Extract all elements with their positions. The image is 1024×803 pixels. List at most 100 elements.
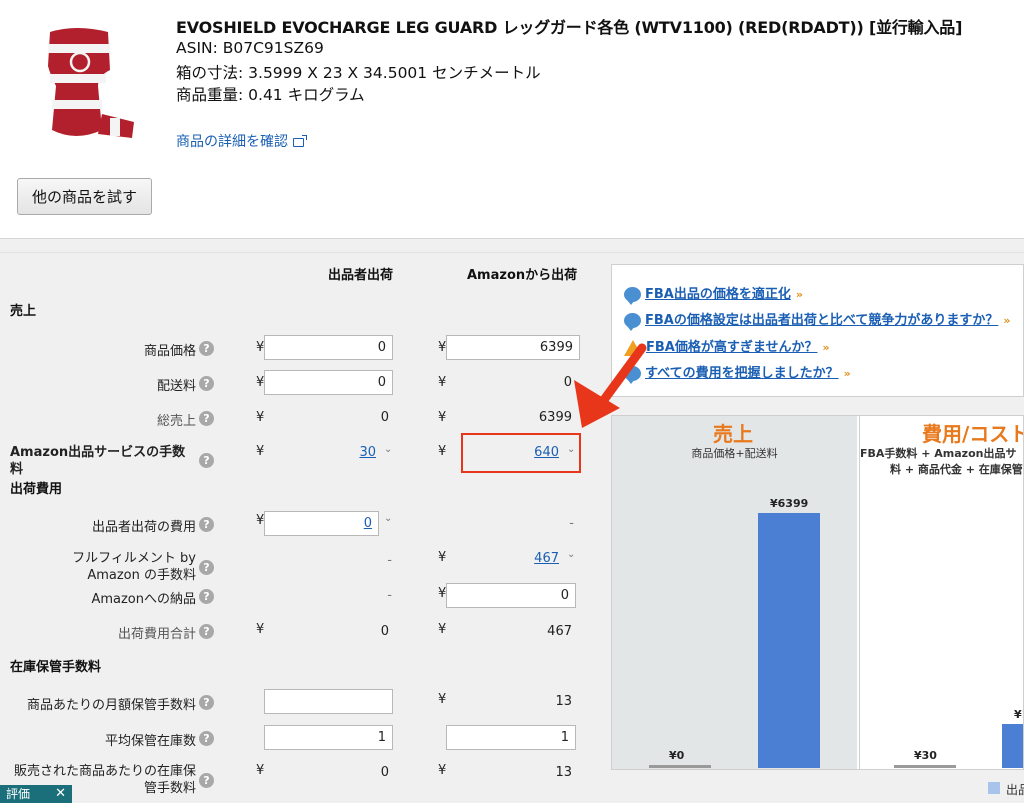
merchant-avg-inventory-input[interactable]: 1	[264, 725, 393, 750]
feedback-tab[interactable]: 評価 ✕	[0, 785, 72, 803]
chevron-down-icon[interactable]: ⌄	[384, 444, 392, 455]
product-detail-link-label: 商品の詳細を確認	[176, 134, 288, 150]
external-link-icon	[293, 134, 307, 147]
help-icon[interactable]: ?	[199, 624, 214, 639]
currency-symbol: ¥	[256, 763, 265, 778]
fba-price-input[interactable]: 6399	[446, 335, 580, 360]
currency-symbol: ¥	[438, 550, 447, 565]
fba-fulfillment-fee-link[interactable]: 467	[534, 551, 559, 566]
legend-swatch	[988, 782, 1000, 794]
merchant-storage-per-unit-value: 0	[380, 765, 389, 780]
chart-bar-label: ¥1	[1014, 708, 1023, 721]
inbound-label: Amazonへの納品	[91, 592, 196, 607]
speech-bubble-icon	[624, 313, 641, 331]
avg-inventory-label: 平均保管在庫数	[104, 734, 196, 749]
chevron-down-icon[interactable]: ⌄	[384, 513, 392, 524]
chart-bar-label: ¥0	[669, 749, 685, 762]
currency-symbol: ¥	[438, 410, 447, 425]
help-icon[interactable]: ?	[199, 517, 214, 532]
fba-ship-total-value: 467	[547, 624, 572, 639]
product-header: EVOSHIELD EVOCHARGE LEG GUARD レッグガード各色 (…	[0, 0, 1024, 238]
cost-chart-subtitle-line: 料 + 商品代金 + 在庫保管	[890, 463, 1023, 476]
merchant-shipping-input[interactable]: 0	[264, 370, 393, 395]
product-dimensions: 箱の寸法: 3.5999 X 23 X 34.5001 センチメートル	[176, 64, 541, 82]
fba-inbound-input[interactable]: 0	[446, 583, 576, 608]
help-icon[interactable]: ?	[199, 773, 214, 788]
help-icon[interactable]: ?	[199, 560, 214, 575]
shipping-section-title: 出荷費用	[10, 482, 63, 497]
product-asin: ASIN: B07C91SZ69	[176, 39, 324, 57]
currency-symbol: ¥	[256, 410, 265, 425]
product-weight: 商品重量: 0.41 キログラム	[176, 86, 365, 104]
currency-symbol: ¥	[256, 444, 265, 459]
tip-text: すべての費用を把握しましたか？	[645, 366, 839, 381]
close-icon[interactable]: ✕	[55, 785, 66, 803]
tip-text: FBA価格が高すぎませんか？	[646, 340, 818, 355]
help-icon[interactable]: ?	[199, 411, 214, 426]
tip-text: FBAの価格設定は出品者出荷と比べて競争力がありますか？	[645, 313, 999, 328]
price-label: 商品価格	[143, 344, 196, 359]
tips-panel: FBA出品の価格を適正化 » FBAの価格設定は出品者出荷と比べて競争力があります…	[611, 264, 1024, 397]
fulfillment-fee-label: フルフィルメント by Amazon の手数料	[72, 551, 196, 583]
feedback-tab-label: 評価	[6, 787, 31, 801]
chart-bar	[1002, 724, 1023, 768]
fba-monthly-storage-value: 13	[555, 694, 572, 709]
currency-symbol: ¥	[256, 622, 265, 637]
sales-chart-subtitle: 商品価格+配送料	[691, 447, 778, 460]
product-image	[48, 28, 134, 138]
merchant-fulfillment-fee-value: -	[387, 553, 392, 568]
fba-shipping-value: 0	[563, 375, 572, 390]
amazon-fee-label: Amazon出品サービスの手数料	[10, 445, 186, 477]
highlight-box	[461, 433, 581, 473]
fba-total-sales-value: 6399	[538, 410, 572, 425]
chart-bar	[758, 513, 820, 768]
currency-symbol: ¥	[438, 444, 447, 459]
currency-symbol: ¥	[438, 763, 447, 778]
warning-icon	[624, 339, 642, 356]
try-other-product-button[interactable]: 他の商品を試す	[17, 178, 152, 215]
help-icon[interactable]: ?	[199, 695, 214, 710]
merchant-ship-cost-input[interactable]: 0	[264, 511, 379, 536]
tip-link[interactable]: FBA価格が高すぎませんか？ »	[624, 336, 830, 356]
speech-bubble-icon	[624, 287, 641, 305]
storage-section-title: 在庫保管手数料	[10, 660, 102, 675]
sales-chart-title: 売上	[713, 422, 753, 446]
currency-symbol: ¥	[438, 622, 447, 637]
help-icon[interactable]: ?	[199, 731, 214, 746]
merchant-ship-cost-label: 出品者出荷の費用	[91, 520, 196, 535]
help-icon[interactable]: ?	[199, 376, 214, 391]
chevron-down-icon[interactable]: ⌄	[567, 549, 575, 560]
sales-panel	[612, 416, 857, 769]
merchant-column-header: 出品者出荷	[328, 268, 394, 283]
merchant-amazon-fee-link[interactable]: 30	[359, 445, 376, 460]
merchant-inbound-value: -	[387, 588, 392, 603]
sales-section-title: 売上	[10, 304, 37, 319]
merchant-ship-total-value: 0	[380, 624, 389, 639]
merchant-monthly-storage-input[interactable]	[264, 689, 393, 714]
chart-bar-label: ¥6399	[770, 497, 809, 510]
help-icon[interactable]: ?	[199, 453, 214, 468]
product-detail-link[interactable]: 商品の詳細を確認	[176, 131, 307, 151]
merchant-price-input[interactable]: 0	[264, 335, 393, 360]
shipping-fee-label: 配送料	[156, 379, 196, 394]
tip-link[interactable]: FBA出品の価格を適正化 »	[624, 283, 803, 305]
currency-symbol: ¥	[438, 692, 447, 707]
help-icon[interactable]: ?	[199, 341, 214, 356]
legend-label: 出品	[1006, 783, 1024, 797]
revenue-cost-chart: 売上 商品価格+配送料 費用/コスト FBA手数料 + Amazon出品サ 料 …	[611, 415, 1024, 770]
tip-text: FBA出品の価格を適正化	[645, 287, 791, 302]
double-chevron-icon: »	[1003, 314, 1011, 327]
cost-chart-title: 費用/コスト	[922, 422, 1024, 446]
help-icon[interactable]: ?	[199, 589, 214, 604]
fba-avg-inventory-input[interactable]: 1	[446, 725, 576, 750]
double-chevron-icon: »	[795, 288, 803, 301]
tip-link[interactable]: FBAの価格設定は出品者出荷と比べて競争力がありますか？ »	[624, 309, 1011, 331]
product-title: EVOSHIELD EVOCHARGE LEG GUARD レッグガード各色 (…	[176, 18, 963, 37]
chart-bar	[894, 765, 956, 768]
merchant-total-sales-value: 0	[380, 410, 389, 425]
divider	[0, 252, 1024, 253]
monthly-storage-label: 商品あたりの月額保管手数料	[26, 698, 196, 713]
double-chevron-icon: »	[822, 341, 830, 354]
tip-link[interactable]: すべての費用を把握しましたか？ »	[624, 362, 851, 384]
chart-bar-label: ¥30	[914, 749, 937, 762]
